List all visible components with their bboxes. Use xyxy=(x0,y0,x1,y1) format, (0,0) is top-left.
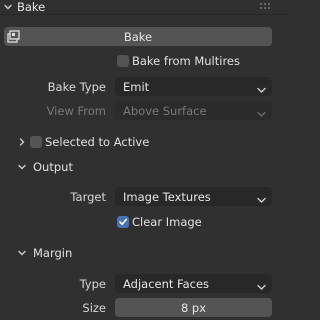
bake-type-dropdown[interactable]: Emit xyxy=(115,77,272,96)
margin-section-header[interactable]: Margin xyxy=(0,243,286,263)
bake-type-label: Bake Type xyxy=(47,80,106,94)
target-value: Image Textures xyxy=(123,189,211,204)
chevron-down-icon xyxy=(257,83,266,97)
view-from-label: View From xyxy=(46,104,106,118)
bake-from-multires-checkbox[interactable] xyxy=(117,55,129,67)
margin-type-dropdown[interactable]: Adjacent Faces xyxy=(115,274,272,293)
margin-size-label: Size xyxy=(82,301,106,315)
bake-type-value: Emit xyxy=(123,79,150,94)
margin-size-field[interactable]: 8 px xyxy=(115,298,272,317)
output-section-title: Output xyxy=(33,160,73,174)
bake-icon xyxy=(6,29,22,47)
bake-button-label: Bake xyxy=(123,29,153,44)
target-dropdown[interactable]: Image Textures xyxy=(115,187,272,206)
selected-to-active-header[interactable]: Selected to Active xyxy=(0,132,286,152)
checkmark-icon xyxy=(119,218,127,226)
chevron-down-icon xyxy=(3,2,13,12)
bake-panel-header[interactable]: Bake xyxy=(0,0,286,14)
selected-to-active-label: Selected to Active xyxy=(45,135,150,149)
margin-section-title: Margin xyxy=(33,246,73,260)
bake-panel-title: Bake xyxy=(17,0,46,14)
bake-button[interactable]: Bake xyxy=(4,27,272,46)
chevron-right-icon xyxy=(17,137,27,147)
view-from-value: Above Surface xyxy=(123,103,207,118)
target-label: Target xyxy=(70,190,106,204)
margin-type-label: Type xyxy=(79,277,106,291)
chevron-down-icon xyxy=(257,280,266,294)
margin-type-value: Adjacent Faces xyxy=(123,276,210,291)
selected-to-active-checkbox[interactable] xyxy=(30,136,42,148)
output-section-header[interactable]: Output xyxy=(0,157,286,177)
clear-image-label: Clear Image xyxy=(132,215,202,229)
chevron-down-icon xyxy=(257,193,266,207)
clear-image-checkbox[interactable] xyxy=(117,216,129,228)
bake-from-multires-label: Bake from Multires xyxy=(132,54,240,68)
chevron-down-icon xyxy=(17,162,27,172)
view-from-dropdown: Above Surface xyxy=(115,101,272,120)
drag-grip-icon[interactable] xyxy=(260,3,272,11)
chevron-down-icon xyxy=(17,248,27,258)
margin-size-value: 8 px xyxy=(180,300,207,315)
chevron-down-icon xyxy=(257,107,266,121)
